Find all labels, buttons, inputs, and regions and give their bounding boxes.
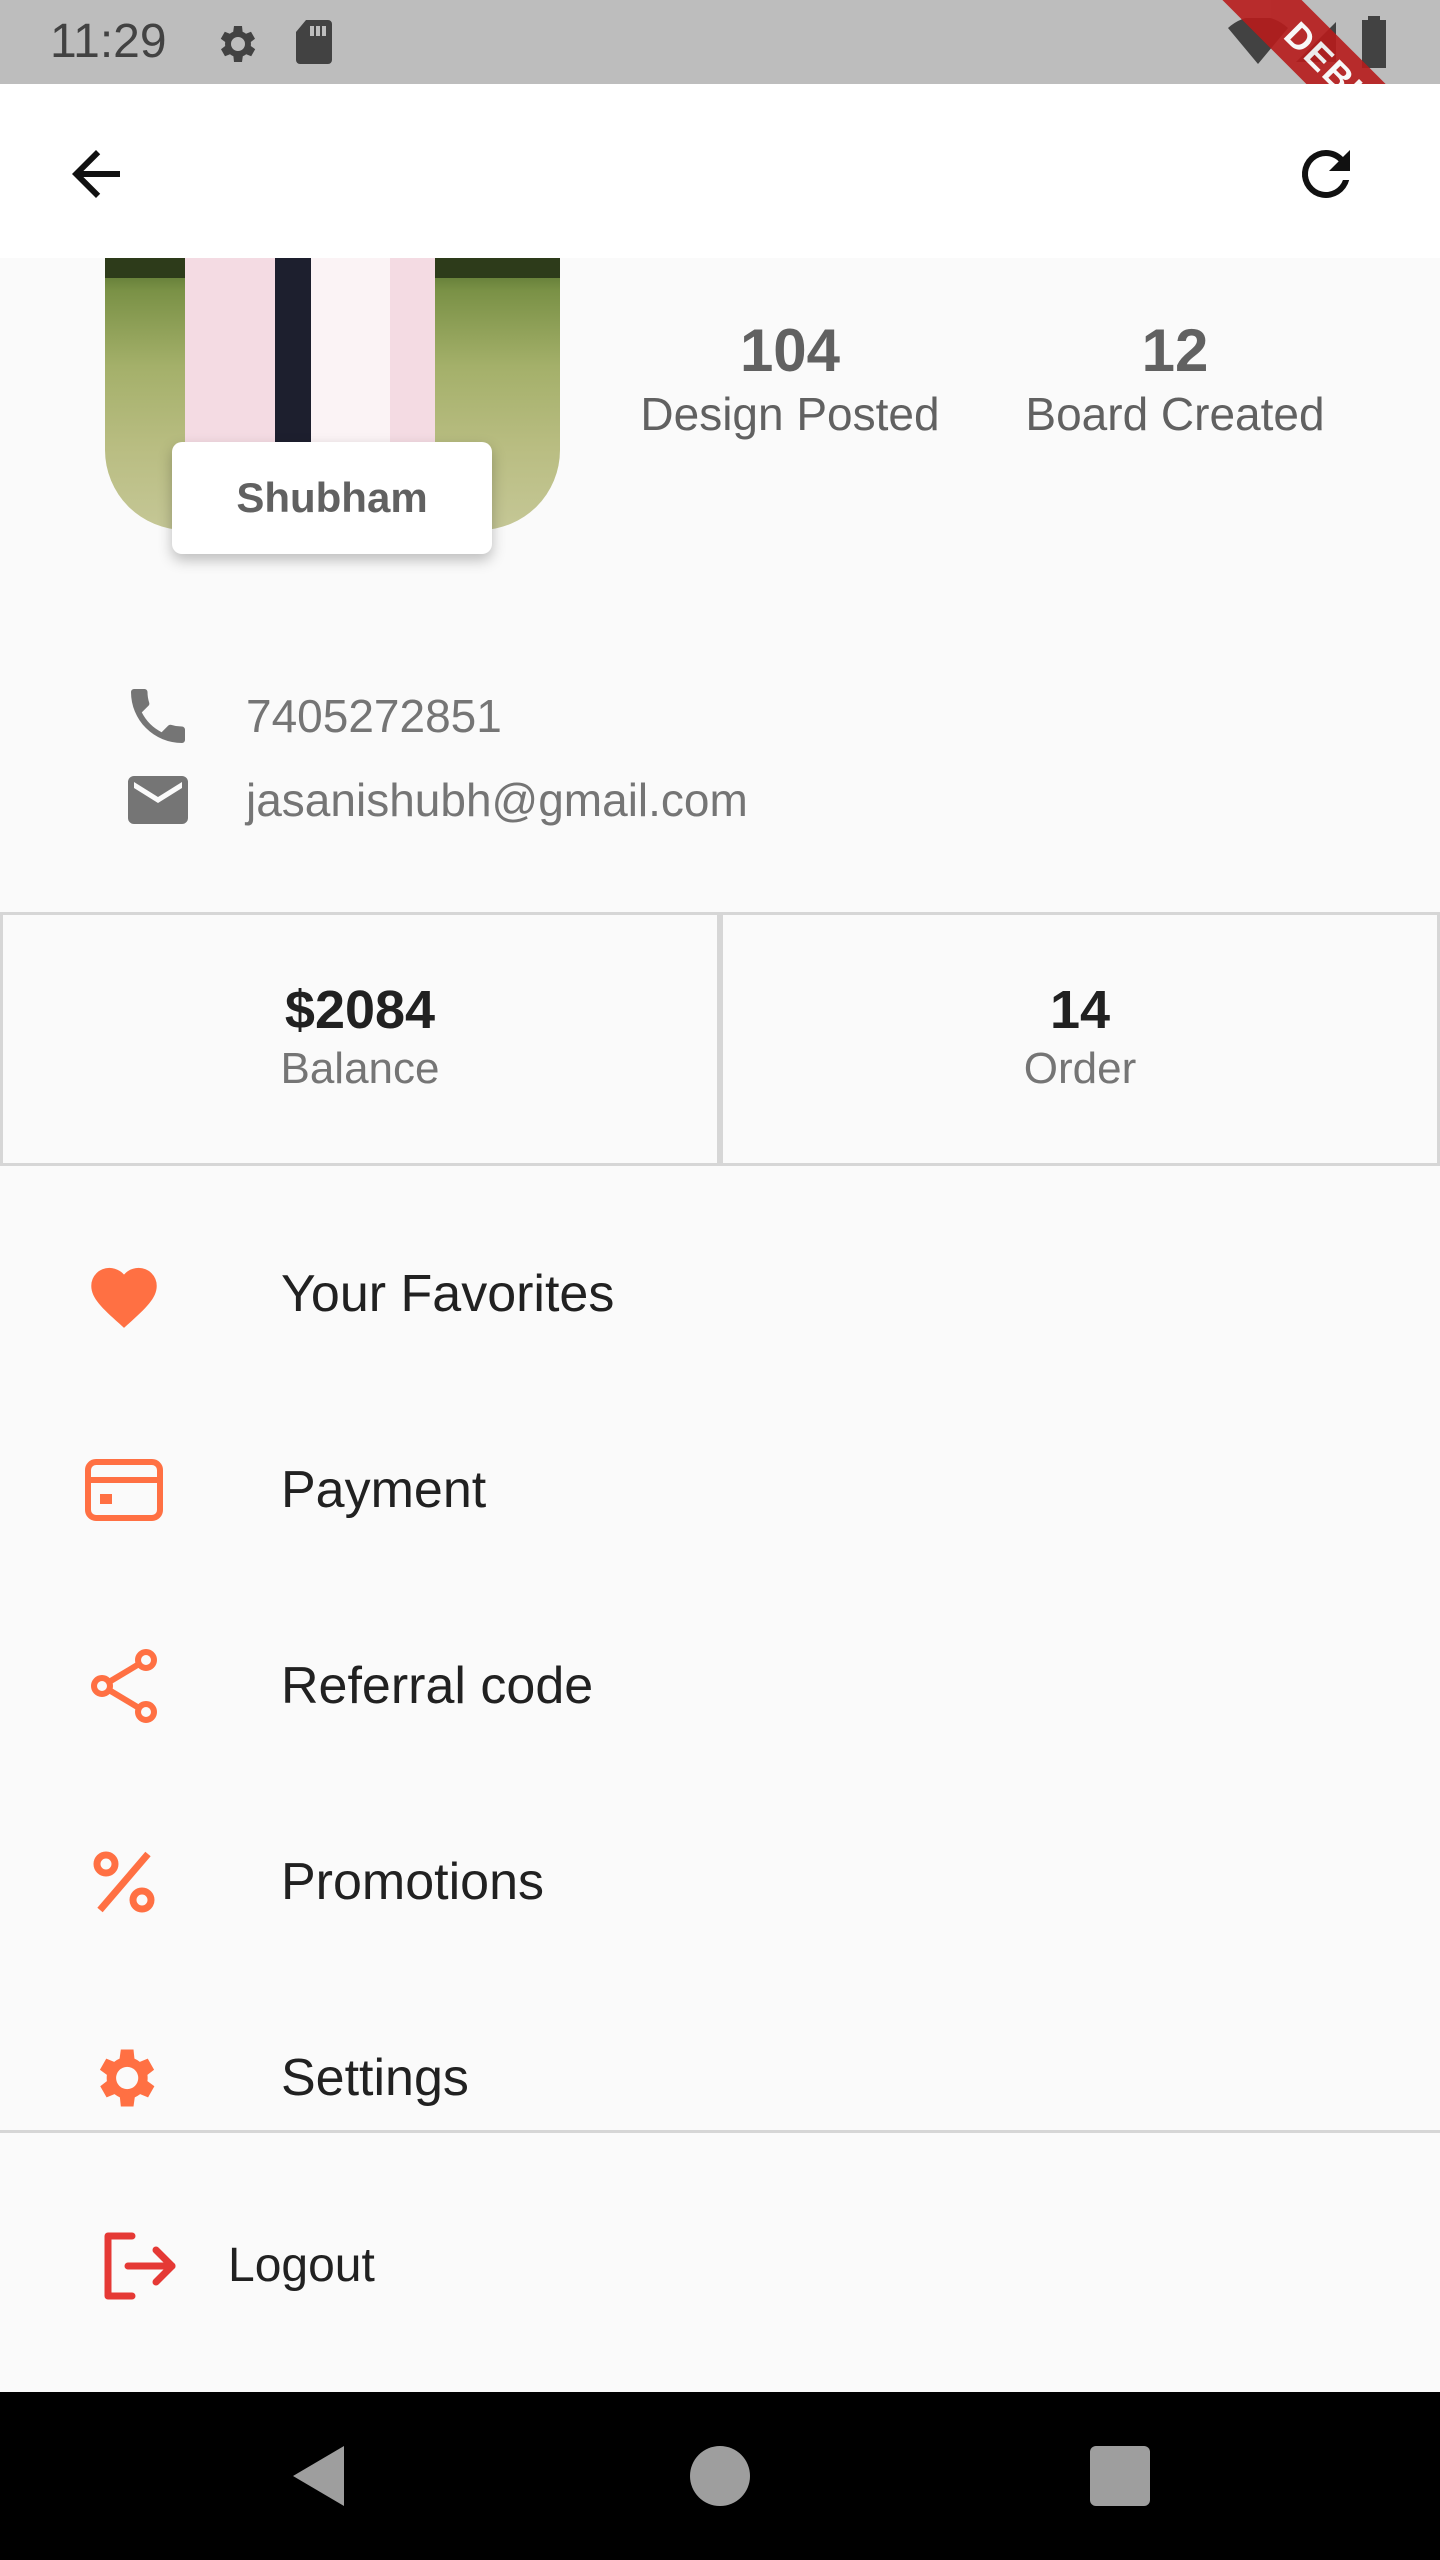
battery-icon bbox=[1362, 16, 1386, 68]
stat-value: 12 bbox=[1141, 317, 1209, 384]
menu-item-promotions[interactable]: Promotions bbox=[0, 1784, 1440, 1980]
app-bar bbox=[0, 84, 1440, 258]
menu-item-referral[interactable]: Referral code bbox=[0, 1588, 1440, 1784]
balance-value: $2084 bbox=[284, 980, 436, 1040]
nav-recents-icon[interactable] bbox=[1084, 2440, 1156, 2512]
contact-phone: 7405272851 bbox=[120, 678, 502, 754]
stat-value: 104 bbox=[739, 317, 841, 384]
share-icon bbox=[80, 1646, 168, 1726]
settings-status-icon bbox=[220, 26, 256, 62]
status-bar: 11:29 DEBUG bbox=[0, 0, 1440, 219]
heart-icon bbox=[80, 1254, 168, 1334]
balance-box[interactable]: $2084 Balance bbox=[0, 912, 720, 1166]
stat-label: Design Posted bbox=[640, 388, 940, 440]
menu-item-label: Payment bbox=[281, 1461, 487, 1519]
menu-item-payment[interactable]: Payment bbox=[0, 1392, 1440, 1588]
stat-design-posted: 104 Design Posted bbox=[620, 318, 960, 444]
status-time: 11:29 bbox=[50, 15, 167, 68]
menu-item-label: Promotions bbox=[281, 1853, 544, 1911]
credit-card-icon bbox=[80, 1450, 168, 1530]
menu-item-label: Your Favorites bbox=[281, 1265, 615, 1323]
nav-back-icon[interactable] bbox=[284, 2440, 356, 2512]
menu-item-label: Settings bbox=[281, 2049, 469, 2107]
email-address: jasanishubh@gmail.com bbox=[246, 774, 748, 826]
menu-item-favorites[interactable]: Your Favorites bbox=[0, 1196, 1440, 1392]
percent-icon bbox=[80, 1842, 168, 1922]
contact-email: jasanishubh@gmail.com bbox=[120, 762, 748, 838]
order-box[interactable]: 14 Order bbox=[720, 912, 1440, 1166]
menu-item-settings[interactable]: Settings bbox=[0, 1980, 1440, 2176]
profile-name-card: Shubham bbox=[172, 442, 492, 554]
phone-number: 7405272851 bbox=[246, 690, 502, 742]
sd-card-icon bbox=[296, 20, 332, 64]
arrow-back-icon[interactable] bbox=[60, 138, 132, 210]
stat-label: Board Created bbox=[1025, 388, 1325, 440]
phone-icon bbox=[120, 678, 196, 754]
logout-icon bbox=[104, 2232, 176, 2300]
refresh-icon[interactable] bbox=[1290, 138, 1362, 210]
nav-home-icon[interactable] bbox=[684, 2440, 756, 2512]
order-label: Order bbox=[1023, 1044, 1137, 1093]
logout-button[interactable]: Logout bbox=[0, 2200, 1440, 2330]
menu-item-label: Referral code bbox=[281, 1657, 594, 1715]
stat-board-created: 12 Board Created bbox=[1000, 318, 1350, 444]
email-icon bbox=[120, 762, 196, 838]
balance-label: Balance bbox=[280, 1044, 440, 1093]
gear-icon bbox=[80, 2038, 168, 2118]
divider bbox=[0, 2130, 1440, 2133]
logout-label: Logout bbox=[228, 2239, 375, 2292]
system-nav-bar bbox=[0, 2392, 1440, 2560]
order-value: 14 bbox=[1049, 980, 1111, 1040]
